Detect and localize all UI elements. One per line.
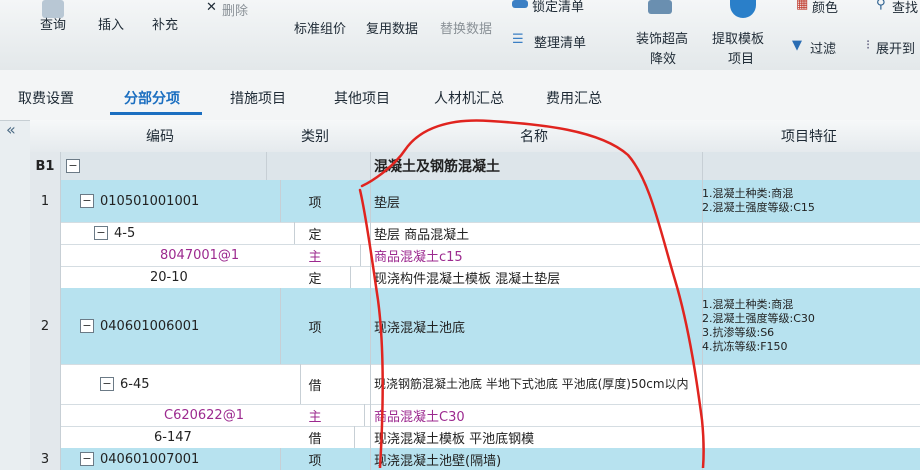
red-annotation-path: [360, 119, 705, 468]
red-annotation-stroke: [358, 119, 705, 468]
red-annotation-path-left: [358, 188, 385, 468]
